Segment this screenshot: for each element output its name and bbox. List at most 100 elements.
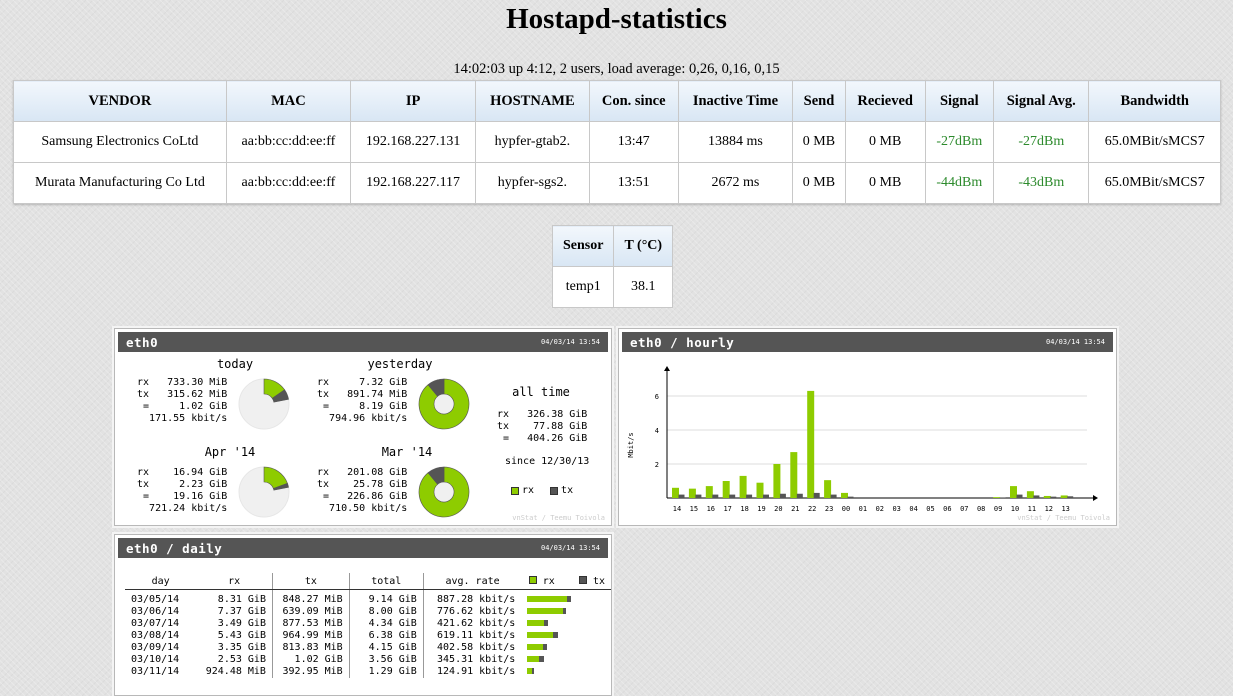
- x-tick-label: 05: [926, 505, 934, 513]
- cell-day: 03/11/14: [125, 666, 196, 678]
- tx-bar: [814, 493, 820, 498]
- cell-rx: 5.43 GiB: [196, 630, 272, 642]
- cell-day: 03/06/14: [125, 606, 196, 618]
- cell-sensor-name: temp1: [553, 267, 614, 308]
- summary-title: eth0: [126, 335, 158, 350]
- daily-header: eth0 / daily 04/03/14 13:54: [118, 538, 608, 558]
- hourly-panel: eth0 / hourly 04/03/14 13:54 246Mbit/s14…: [618, 328, 1117, 526]
- cell-send: 0 MB: [793, 163, 846, 204]
- cell-signal: -27dBm: [925, 122, 994, 163]
- tx-bar: [780, 494, 786, 498]
- tx-bar: [695, 495, 701, 498]
- yesterday-rx: 7.32 GiB: [359, 377, 407, 388]
- cell-vendor: Murata Manufacturing Co Ltd: [14, 163, 227, 204]
- legend-rx-label: rx: [522, 485, 534, 496]
- rx-swatch: [529, 576, 537, 584]
- col-send: Send: [793, 81, 846, 122]
- col-tx: tx: [272, 573, 349, 590]
- sensor-header-row: Sensor T (°C): [553, 226, 673, 267]
- cell-avg-rate: 402.58 kbit/s: [423, 642, 521, 654]
- y-tick-label: 2: [655, 461, 659, 469]
- rx-swatch: [511, 487, 519, 495]
- col-total: total: [349, 573, 423, 590]
- hourly-header: eth0 / hourly 04/03/14 13:54: [622, 332, 1113, 352]
- cell-tx: 964.99 MiB: [272, 630, 349, 642]
- col-sensor: Sensor: [553, 226, 614, 267]
- today-label: today: [205, 357, 265, 371]
- x-tick-label: 18: [740, 505, 748, 513]
- cell-signal-avg: -27dBm: [994, 122, 1089, 163]
- table-row: 03/11/14924.48 MiB392.95 MiB1.29 GiB124.…: [125, 666, 611, 678]
- today-rate: 171.55 kbit/s: [149, 413, 227, 424]
- uptime-line: 14:02:03 up 4:12, 2 users, load average:…: [0, 61, 1233, 78]
- table-row: 03/05/148.31 GiB848.27 MiB9.14 GiB887.28…: [125, 590, 611, 607]
- x-tick-label: 06: [943, 505, 951, 513]
- summary-header: eth0 04/03/14 13:54: [118, 332, 608, 352]
- cell-total: 6.38 GiB: [349, 630, 423, 642]
- cell-rx: 3.35 GiB: [196, 642, 272, 654]
- tx-bar: [567, 596, 571, 602]
- cell-ip: 192.168.227.117: [351, 163, 476, 204]
- cell-signal: -44dBm: [925, 163, 994, 204]
- today-pie: [237, 377, 291, 431]
- prev-month-rate: 710.50 kbit/s: [329, 503, 407, 514]
- rx-bar: [527, 644, 543, 650]
- month-total: 19.16 GiB: [173, 491, 227, 502]
- month-pie: [237, 465, 291, 519]
- yesterday-total: 8.19 GiB: [359, 401, 407, 412]
- cell-rate-bar: [521, 654, 611, 666]
- tx-bar: [532, 668, 534, 674]
- x-tick-label: 23: [825, 505, 833, 513]
- cell-day: 03/07/14: [125, 618, 196, 630]
- cell-rx: 924.48 MiB: [196, 666, 272, 678]
- all-time-label: all time: [501, 385, 581, 399]
- y-axis-arrow: [664, 366, 670, 371]
- rx-bar: [740, 476, 747, 498]
- rx-bar: [841, 493, 848, 498]
- table-row: 03/08/145.43 GiB964.99 MiB6.38 GiB619.11…: [125, 630, 611, 642]
- prev-month-tx: 25.78 GiB: [353, 479, 407, 490]
- tx-bar: [763, 495, 769, 498]
- x-tick-label: 10: [1011, 505, 1019, 513]
- cell-received: 0 MB: [845, 122, 925, 163]
- x-tick-label: 19: [757, 505, 765, 513]
- today-total: 1.02 GiB: [179, 401, 227, 412]
- daily-date: 04/03/14 13:54: [541, 544, 600, 552]
- daily-rows: 03/05/148.31 GiB848.27 MiB9.14 GiB887.28…: [125, 590, 611, 679]
- cell-total: 9.14 GiB: [349, 590, 423, 607]
- cell-day: 03/09/14: [125, 642, 196, 654]
- all-time-since: since 12/30/13: [505, 456, 589, 468]
- tx-bar: [1050, 497, 1056, 498]
- cell-inactive-time: 2672 ms: [678, 163, 792, 204]
- cell-rx: 8.31 GiB: [196, 590, 272, 607]
- x-tick-label: 16: [707, 505, 715, 513]
- rx-bar: [527, 656, 539, 662]
- legend-tx-label: tx: [561, 485, 573, 496]
- cell-rate-bar: [521, 590, 611, 607]
- cell-rx: 3.49 GiB: [196, 618, 272, 630]
- tx-bar: [746, 495, 752, 498]
- cell-send: 0 MB: [793, 122, 846, 163]
- cell-bandwidth: 65.0MBit/sMCS7: [1089, 163, 1221, 204]
- col-received: Recieved: [845, 81, 925, 122]
- col-signal: Signal: [925, 81, 994, 122]
- tx-swatch: [550, 487, 558, 495]
- tx-bar: [1017, 495, 1023, 498]
- col-day: day: [125, 573, 196, 590]
- rx-bar: [527, 608, 562, 614]
- rx-bar: [527, 596, 567, 602]
- cell-inactive-time: 13884 ms: [678, 122, 792, 163]
- cell-total: 4.34 GiB: [349, 618, 423, 630]
- col-mac: MAC: [226, 81, 350, 122]
- tx-bar: [712, 495, 718, 498]
- table-row: Samsung Electronics CoLtd aa:bb:cc:dd:ee…: [14, 122, 1221, 163]
- col-con-since: Con. since: [589, 81, 678, 122]
- table-row: 03/06/147.37 GiB639.09 MiB8.00 GiB776.62…: [125, 606, 611, 618]
- tx-bar: [848, 497, 854, 498]
- x-tick-label: 07: [960, 505, 968, 513]
- cell-tx: 848.27 MiB: [272, 590, 349, 607]
- hourly-title: eth0 / hourly: [630, 335, 734, 350]
- prev-month-total: 226.86 GiB: [347, 491, 407, 502]
- all-time-stats: rx 326.38 GiB tx 77.88 GiB = 404.26 GiB: [497, 409, 587, 445]
- sensor-table: Sensor T (°C) temp1 38.1: [552, 225, 673, 308]
